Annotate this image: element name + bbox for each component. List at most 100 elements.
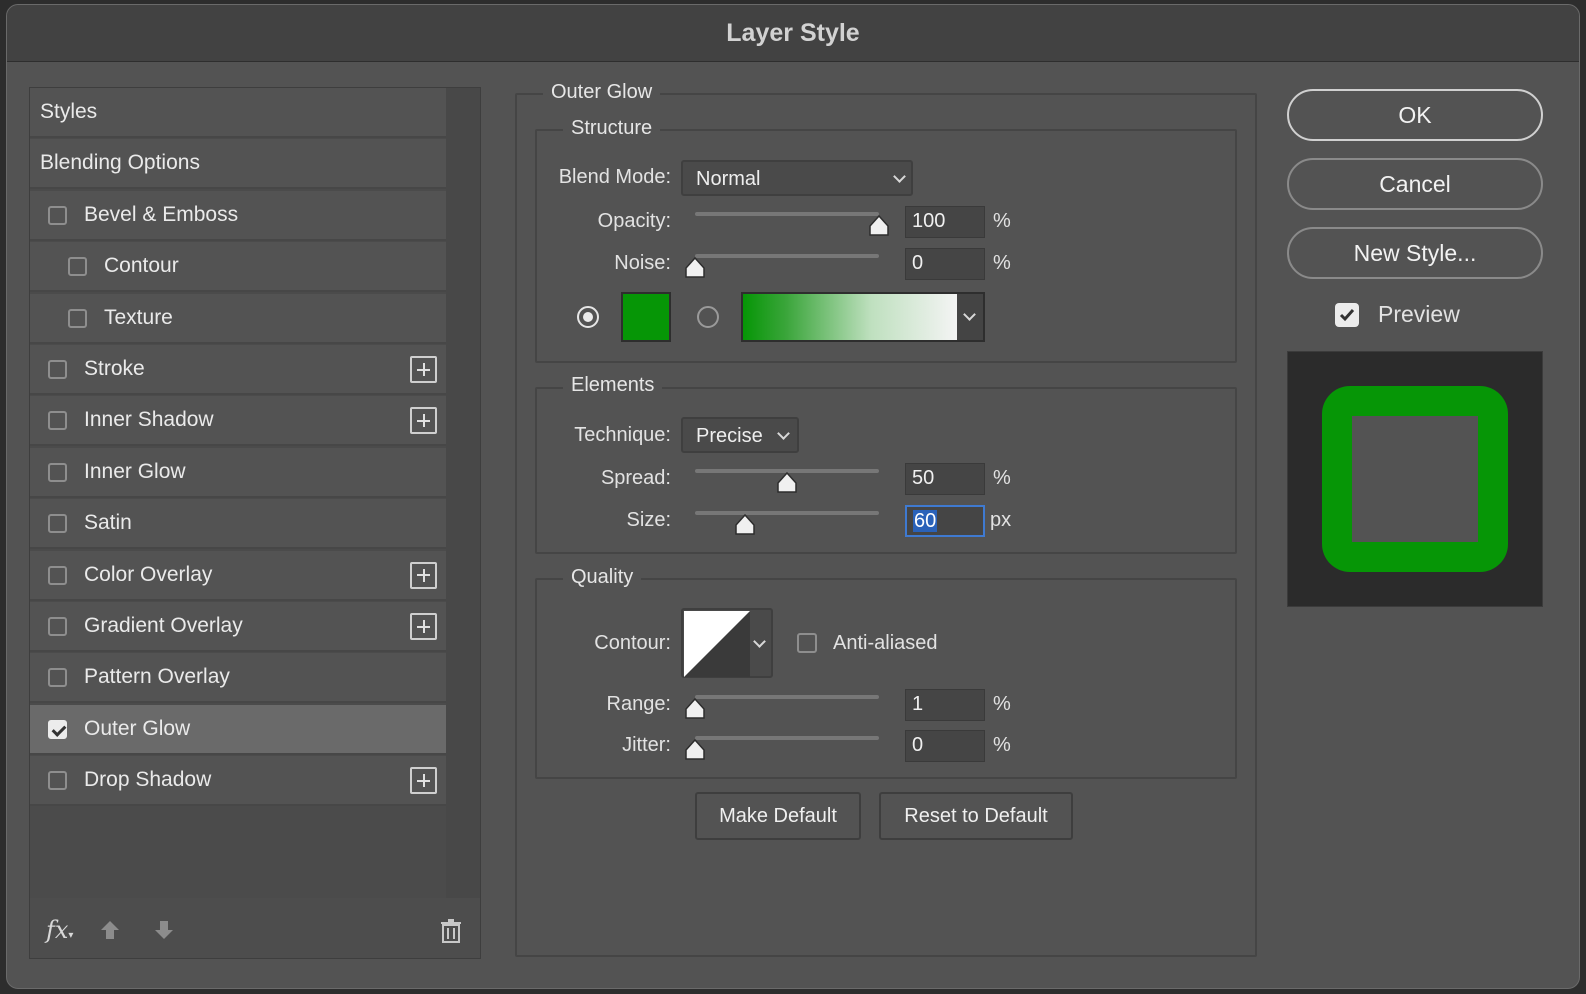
preview-checkbox[interactable] <box>1335 303 1359 327</box>
blend-mode-label: Blend Mode: <box>558 166 671 188</box>
move-up-icon[interactable] <box>98 918 122 944</box>
style-list-item[interactable]: Contour <box>30 242 446 293</box>
style-item-label: Outer Glow <box>84 716 191 740</box>
styles-list-panel: Styles Blending Options Bevel & Emboss Cont… <box>29 87 481 959</box>
add-effect-icon[interactable] <box>410 407 437 435</box>
style-item-label: Styles <box>40 100 98 123</box>
preview-label: Preview <box>1378 301 1460 327</box>
chevron-down-icon <box>753 635 766 648</box>
styles-list-footer: fx▾ <box>30 906 480 958</box>
style-checkbox[interactable] <box>48 771 67 791</box>
style-checkbox[interactable] <box>48 462 67 482</box>
add-effect-icon[interactable] <box>410 561 437 589</box>
style-list-item[interactable]: Drop Shadow <box>30 756 446 807</box>
new-style-button[interactable]: New Style... <box>1287 227 1543 279</box>
style-list-item[interactable]: Outer Glow <box>30 704 446 755</box>
contour-label: Contour: <box>594 632 671 654</box>
dialog-title: Layer Style <box>726 19 860 47</box>
style-list-item[interactable]: Stroke <box>30 345 446 395</box>
blend-mode-select[interactable]: Normal <box>681 160 913 196</box>
style-checkbox[interactable] <box>48 514 67 534</box>
style-checkbox[interactable] <box>48 205 67 225</box>
style-list-item[interactable]: Inner Shadow <box>30 396 446 447</box>
style-checkbox[interactable] <box>48 617 67 636</box>
move-down-icon[interactable] <box>152 918 176 944</box>
style-checkbox[interactable] <box>48 565 67 585</box>
style-item-label: Blending Options <box>40 151 200 175</box>
style-item-label: Inner Glow <box>84 459 186 483</box>
style-checkbox[interactable] <box>48 411 67 431</box>
opacity-input[interactable]: 100 <box>905 206 985 238</box>
style-item-label: Satin <box>84 511 132 535</box>
style-item-label: Gradient Overlay <box>84 614 243 637</box>
style-checkbox[interactable] <box>48 360 67 379</box>
structure-title: Structure <box>563 117 661 140</box>
add-effect-icon[interactable] <box>410 767 437 795</box>
style-checkbox[interactable] <box>68 308 87 328</box>
jitter-unit: % <box>993 734 1011 756</box>
noise-input[interactable]: 0 <box>905 248 985 280</box>
style-item-label: Contour <box>104 254 179 278</box>
contour-picker[interactable] <box>681 608 773 678</box>
style-list-item[interactable]: Bevel & Emboss <box>30 190 446 241</box>
technique-value: Precise <box>696 425 763 447</box>
style-list-item[interactable]: Satin <box>30 499 446 550</box>
opacity-slider-thumb[interactable] <box>868 214 890 237</box>
jitter-slider[interactable] <box>695 736 879 740</box>
range-slider-thumb[interactable] <box>684 697 706 720</box>
noise-slider-thumb[interactable] <box>684 256 706 279</box>
chevron-down-icon <box>777 427 790 440</box>
style-list-item[interactable]: Pattern Overlay <box>30 653 446 704</box>
reset-to-default-button[interactable]: Reset to Default <box>879 792 1073 840</box>
fx-icon[interactable]: fx▾ <box>46 916 73 944</box>
style-list-item[interactable]: Gradient Overlay <box>30 602 446 652</box>
noise-slider[interactable] <box>695 254 879 258</box>
opacity-slider[interactable] <box>695 212 879 216</box>
spread-input[interactable]: 50 <box>905 463 985 495</box>
ok-button[interactable]: OK <box>1287 89 1543 141</box>
jitter-input[interactable]: 0 <box>905 730 985 762</box>
glow-color-swatch[interactable] <box>621 292 671 342</box>
trash-icon[interactable] <box>440 918 462 944</box>
size-input[interactable]: 60 <box>905 505 985 537</box>
style-list-item[interactable]: Texture <box>30 293 446 344</box>
cancel-button[interactable]: Cancel <box>1287 158 1543 210</box>
gradient-preview <box>743 294 957 340</box>
style-checkbox[interactable] <box>48 719 67 739</box>
technique-select[interactable]: Precise <box>681 417 799 453</box>
size-slider-thumb[interactable] <box>734 513 756 536</box>
layer-style-dialog: Layer Style Styles Blending Options Bevel … <box>6 4 1580 989</box>
style-item-label: Drop Shadow <box>84 768 212 792</box>
size-slider[interactable] <box>695 511 879 515</box>
style-preview <box>1287 351 1543 607</box>
add-effect-icon[interactable] <box>410 356 437 383</box>
opacity-unit: % <box>993 210 1011 232</box>
range-slider[interactable] <box>695 695 879 699</box>
solid-color-radio[interactable] <box>577 306 599 328</box>
style-list-item[interactable]: Inner Glow <box>30 447 446 498</box>
style-item-label: Texture <box>104 305 173 329</box>
range-input[interactable]: 1 <box>905 689 985 721</box>
style-list-item[interactable]: Color Overlay <box>30 550 446 601</box>
title-bar[interactable]: Layer Style <box>7 5 1579 62</box>
gradient-picker[interactable] <box>741 292 985 342</box>
anti-aliased-checkbox[interactable] <box>797 633 817 653</box>
spread-slider-thumb[interactable] <box>776 471 798 494</box>
style-item-label: Pattern Overlay <box>84 665 230 689</box>
noise-label: Noise: <box>614 252 671 274</box>
style-list-item[interactable]: Blending Options <box>30 139 446 190</box>
style-checkbox[interactable] <box>48 668 67 688</box>
styles-list-scrollbar[interactable] <box>446 88 480 898</box>
style-item-label: Inner Shadow <box>84 408 214 432</box>
add-effect-icon[interactable] <box>410 613 437 640</box>
style-list-item[interactable]: Styles <box>30 88 446 138</box>
anti-aliased-label: Anti-aliased <box>833 632 938 654</box>
style-checkbox[interactable] <box>68 257 87 277</box>
style-item-label: Color Overlay <box>84 562 213 586</box>
gradient-radio[interactable] <box>697 306 719 328</box>
spread-unit: % <box>993 467 1011 489</box>
contour-preview <box>684 611 750 677</box>
make-default-button[interactable]: Make Default <box>695 792 861 840</box>
jitter-slider-thumb[interactable] <box>684 738 706 761</box>
size-unit: px <box>990 509 1012 531</box>
